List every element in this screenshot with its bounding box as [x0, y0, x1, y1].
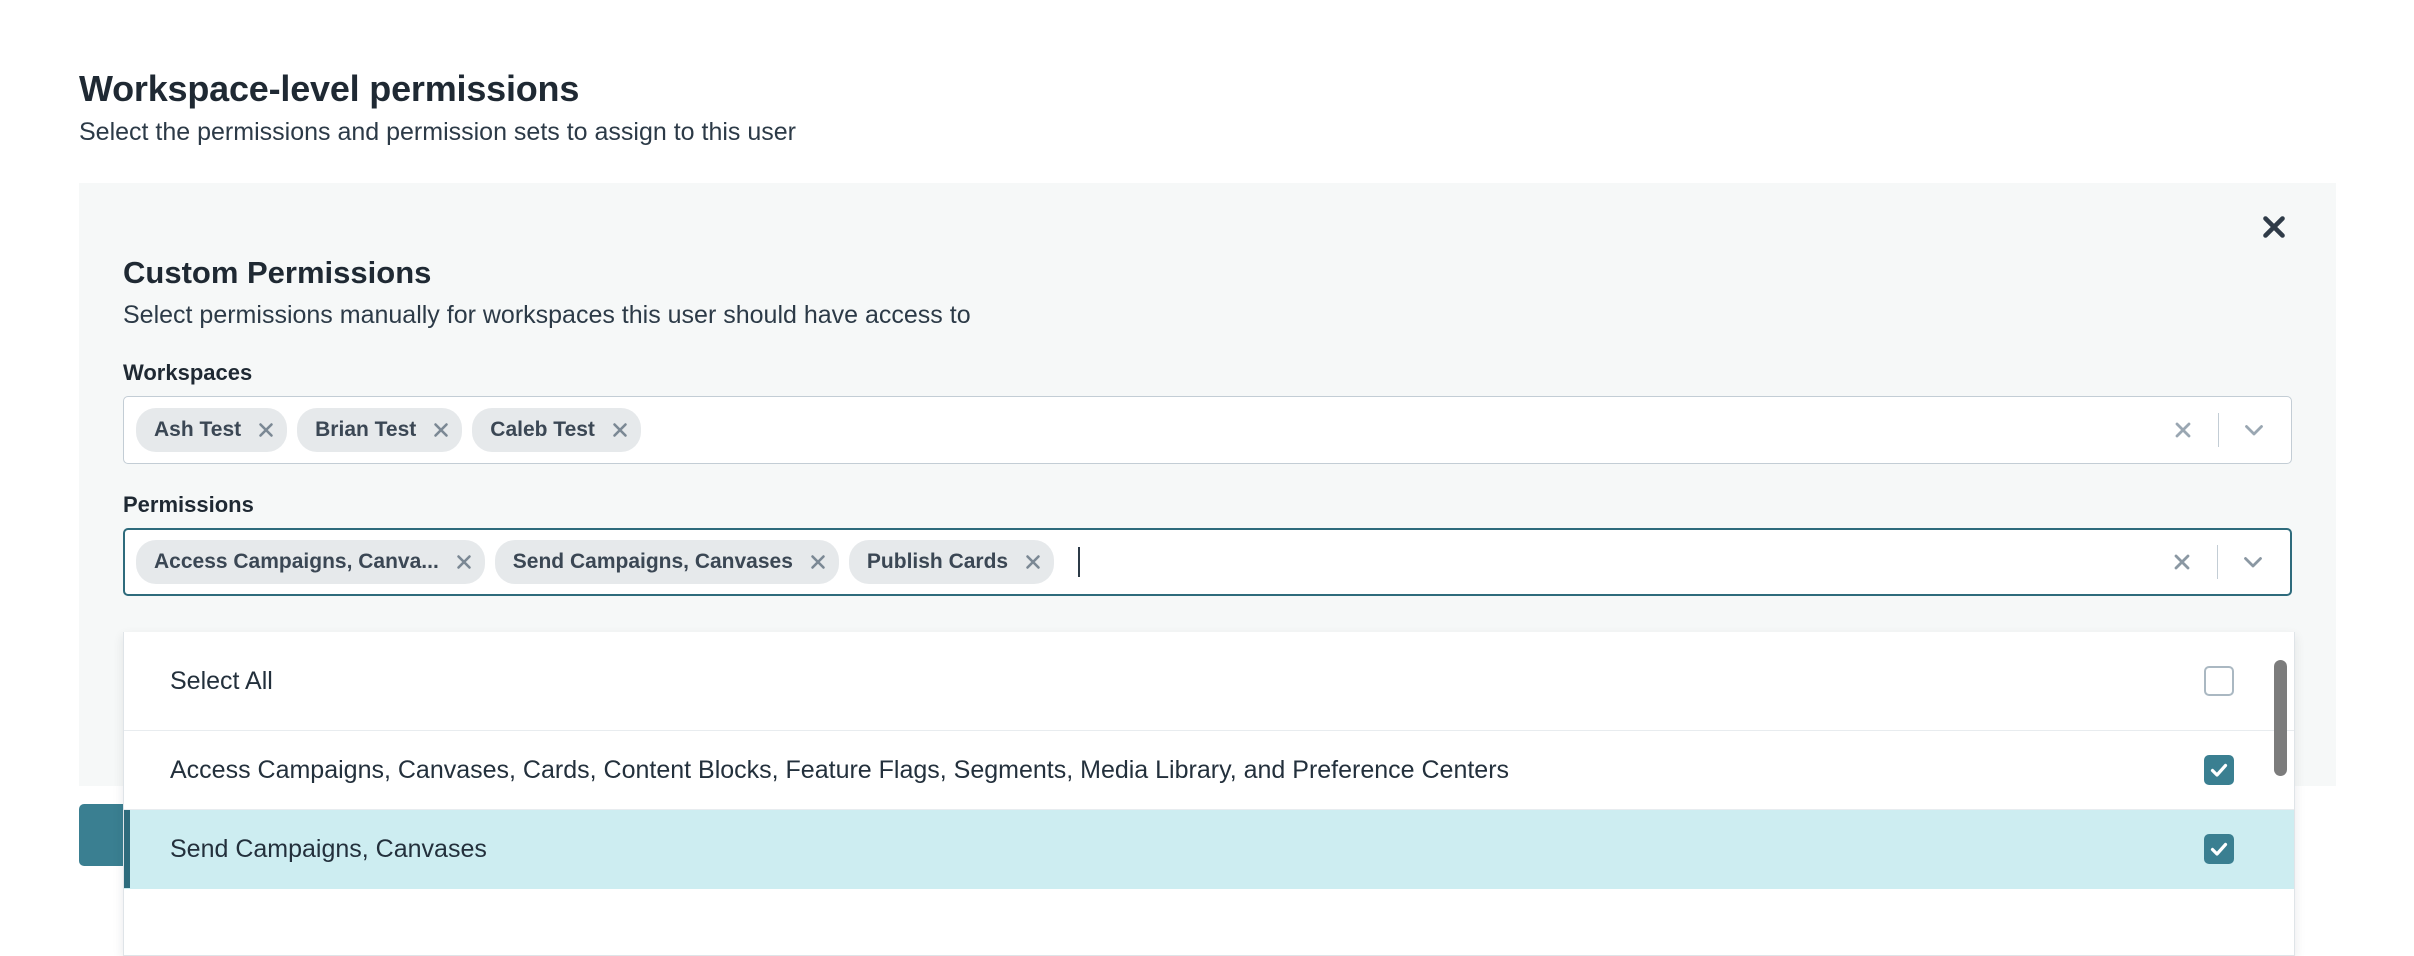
workspaces-chip-list: Ash Test Brian Test Caleb Test	[136, 408, 641, 453]
dropdown-option-label: Access Campaigns, Canvases, Cards, Conte…	[170, 756, 1510, 784]
panel-content: Custom Permissions Select permissions ma…	[123, 255, 2292, 597]
dropdown-option-checkbox[interactable]	[2204, 834, 2234, 864]
dropdown-scrollbar[interactable]	[2274, 640, 2287, 948]
dropdown-option-partial[interactable]	[124, 889, 2294, 955]
field-divider	[2218, 413, 2219, 448]
close-icon[interactable]	[607, 417, 633, 443]
permission-chip[interactable]: Publish Cards	[848, 540, 1055, 585]
permission-chip-label: Publish Cards	[866, 550, 1009, 574]
permissions-dropdown[interactable]: Select All Access Campaigns, Canvases, C…	[123, 632, 2295, 956]
dropdown-option[interactable]: Access Campaigns, Canvases, Cards, Conte…	[124, 731, 2294, 810]
page-title: Workspace-level permissions	[79, 68, 580, 109]
page-subtitle: Select the permissions and permission se…	[79, 118, 797, 147]
workspaces-actions	[2160, 397, 2277, 463]
permission-chip[interactable]: Access Campaigns, Canva...	[136, 540, 485, 585]
scrollbar-thumb[interactable]	[2274, 660, 2287, 776]
dropdown-option[interactable]: Send Campaigns, Canvases	[124, 810, 2294, 889]
permissions-screen: Workspace-level permissions Select the p…	[0, 0, 2414, 956]
clear-all-icon[interactable]	[2159, 539, 2205, 585]
close-icon[interactable]	[428, 417, 454, 443]
permission-chip[interactable]: Send Campaigns, Canvases	[494, 540, 839, 585]
field-divider	[2217, 545, 2218, 580]
permission-chip-label: Access Campaigns, Canva...	[154, 550, 439, 574]
text-cursor	[1078, 547, 1081, 578]
dropdown-option-label: Select All	[170, 667, 273, 695]
close-icon[interactable]	[1020, 549, 1046, 575]
dropdown-option-checkbox[interactable]	[2204, 755, 2234, 785]
close-icon[interactable]	[253, 417, 279, 443]
permissions-actions	[2159, 530, 2276, 594]
workspaces-label: Workspaces	[123, 359, 253, 385]
workspace-chip[interactable]: Caleb Test	[472, 408, 641, 453]
workspaces-multiselect[interactable]: Ash Test Brian Test Caleb Test	[123, 396, 2292, 465]
permissions-chip-list: Access Campaigns, Canva... Send Campaign…	[136, 540, 1081, 585]
workspace-chip[interactable]: Brian Test	[297, 408, 463, 453]
workspace-chip-label: Brian Test	[315, 418, 417, 442]
panel-subtitle: Select permissions manually for workspac…	[123, 300, 971, 329]
permissions-multiselect[interactable]: Access Campaigns, Canva... Send Campaign…	[123, 528, 2292, 597]
permissions-label: Permissions	[123, 492, 254, 518]
panel-title: Custom Permissions	[123, 255, 432, 290]
chevron-down-icon[interactable]	[2230, 539, 2276, 585]
workspace-chip-label: Ash Test	[154, 418, 242, 442]
permission-chip-label: Send Campaigns, Canvases	[512, 550, 793, 574]
clear-all-icon[interactable]	[2160, 407, 2206, 453]
workspace-chip[interactable]: Ash Test	[136, 408, 288, 453]
workspace-chip-label: Caleb Test	[490, 418, 595, 442]
page-header: Workspace-level permissions Select the p…	[79, 68, 1879, 149]
select-all-checkbox[interactable]	[2204, 666, 2234, 696]
close-icon[interactable]	[805, 549, 831, 575]
dropdown-option-label: Send Campaigns, Canvases	[170, 835, 487, 863]
chevron-down-icon[interactable]	[2231, 407, 2277, 453]
close-icon[interactable]	[2252, 205, 2296, 249]
dropdown-option-select-all[interactable]: Select All	[124, 632, 2294, 731]
close-icon[interactable]	[451, 549, 477, 575]
